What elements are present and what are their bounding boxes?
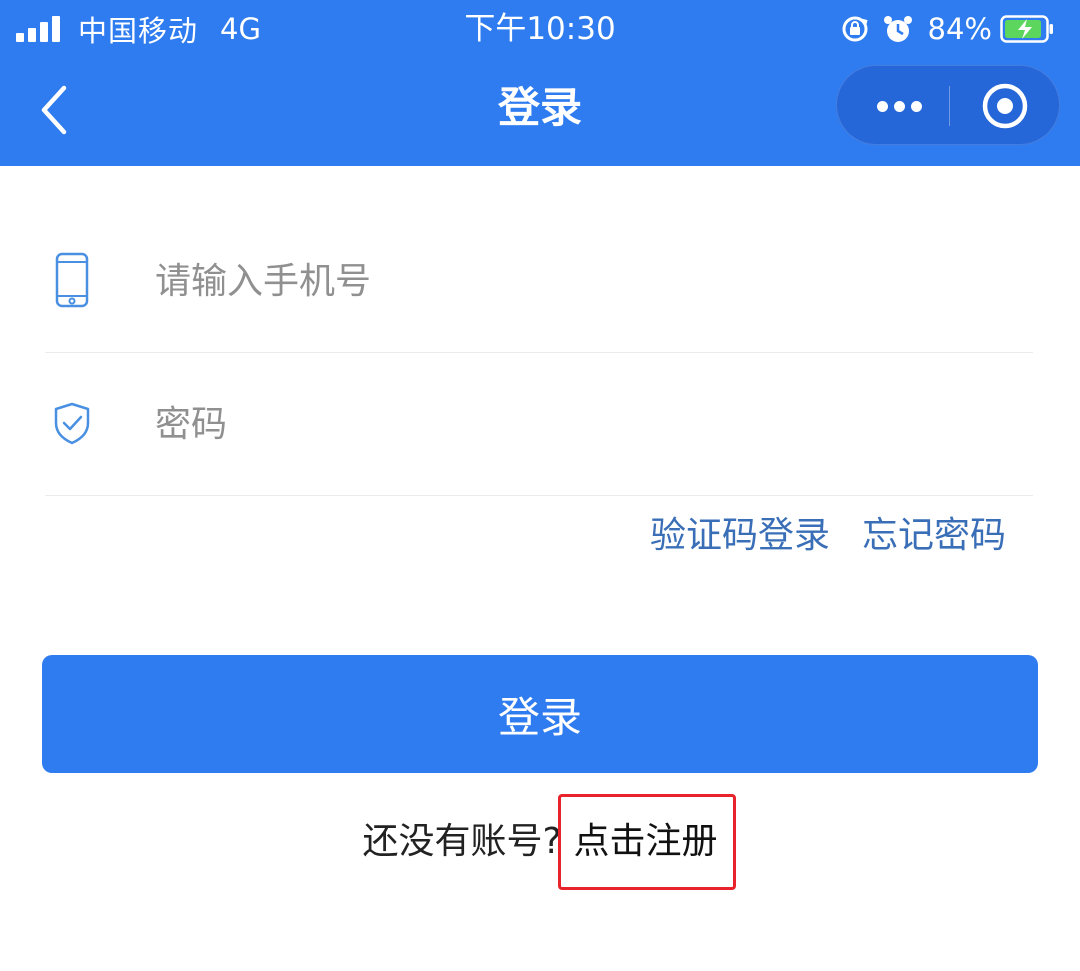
mini-program-capsule	[836, 65, 1060, 145]
register-prompt-line: 还没有账号? 点击注册	[0, 794, 1080, 890]
shield-check-icon	[54, 402, 90, 445]
rotation-lock-icon	[842, 16, 868, 42]
battery-percent: 84%	[927, 12, 992, 46]
forgot-password-link[interactable]: 忘记密码	[862, 510, 1006, 562]
password-input[interactable]	[155, 389, 1015, 459]
top-bar: 中国移动 4G 下午10:30 84% 登录	[0, 0, 1080, 166]
status-bar-right: 84%	[840, 8, 1054, 50]
login-button[interactable]: 登录	[42, 655, 1038, 773]
phone-input[interactable]	[155, 246, 1015, 316]
auxiliary-links: 验证码登录 忘记密码	[650, 510, 1006, 562]
register-link[interactable]: 点击注册	[557, 794, 736, 890]
password-row	[45, 353, 1033, 496]
register-prompt: 还没有账号?	[362, 821, 562, 862]
battery-charging-icon	[1000, 15, 1053, 43]
close-target-icon[interactable]	[979, 80, 1031, 132]
capsule-divider	[949, 86, 950, 126]
more-menu-icon[interactable]	[857, 66, 941, 146]
sms-code-login-link[interactable]: 验证码登录	[650, 510, 830, 562]
alarm-clock-icon	[883, 16, 912, 42]
mobile-phone-icon	[55, 252, 89, 308]
phone-row	[45, 210, 1033, 353]
